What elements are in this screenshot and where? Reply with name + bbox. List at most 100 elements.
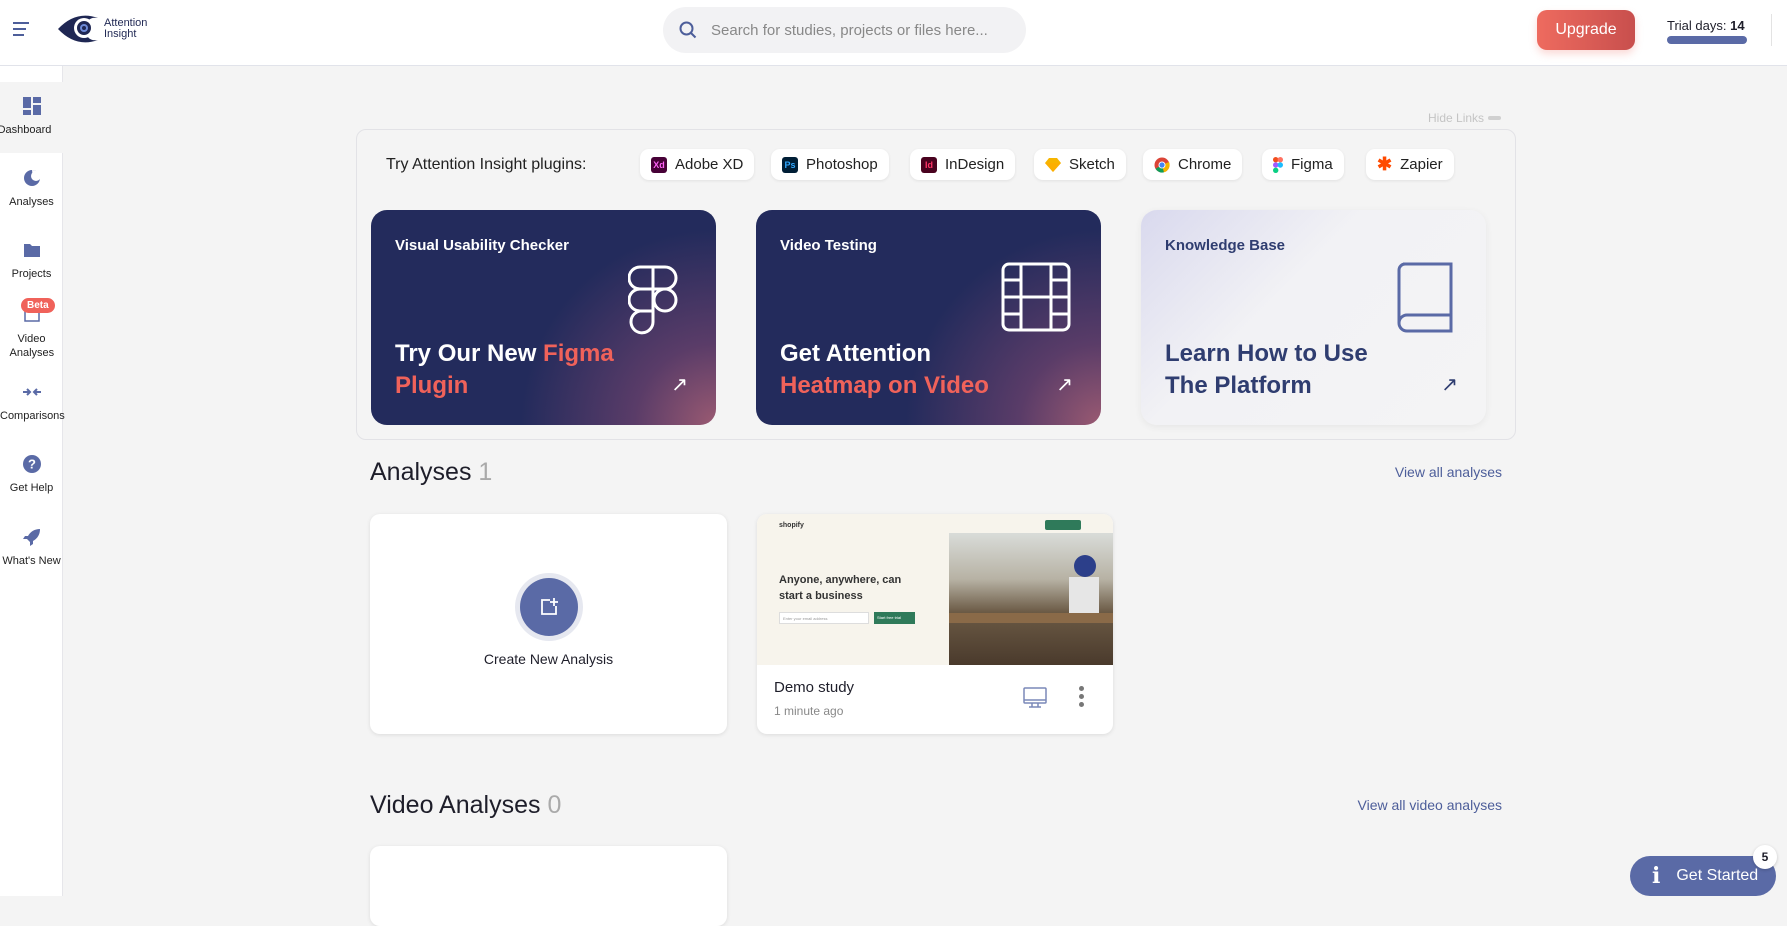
logo-text-2: Insight xyxy=(104,28,137,40)
card-title-text: Get Attention xyxy=(780,340,932,367)
card-subtitle: Video Testing xyxy=(780,237,877,254)
thumb-person xyxy=(1074,555,1096,577)
arrow-up-right-icon: ↗ xyxy=(671,374,688,396)
plugins-label: Try Attention Insight plugins: xyxy=(386,156,587,173)
thumb-nav-button xyxy=(1045,520,1081,530)
trial-days: Trial days: 14 xyxy=(1667,18,1745,33)
get-started-count-badge: 5 xyxy=(1753,845,1777,869)
zapier-icon: ✱ xyxy=(1377,154,1393,174)
card-title-highlight-2: Plugin xyxy=(395,372,469,399)
plugin-label: Sketch xyxy=(1069,156,1115,173)
create-video-analysis-card[interactable] xyxy=(370,846,727,926)
trial-label: Trial days: xyxy=(1667,18,1727,33)
card-title: Get Attention Heatmap on Video xyxy=(780,338,989,402)
plugin-chip-zapier[interactable]: ✱ Zapier xyxy=(1366,149,1454,180)
get-started-label: Get Started xyxy=(1676,867,1759,884)
card-title-text: Try Our New xyxy=(395,340,544,367)
search-input[interactable] xyxy=(711,21,1001,39)
plugin-chip-figma[interactable]: Figma xyxy=(1262,149,1344,180)
card-title: Try Our New Figma Plugin xyxy=(395,338,614,402)
plugin-label: Figma xyxy=(1291,156,1333,173)
thumb-cta: Start free trial xyxy=(874,612,915,624)
sidebar-item-get-help[interactable]: ? Get Help xyxy=(0,454,63,494)
plugin-chip-photoshop[interactable]: Ps Photoshop xyxy=(771,149,889,180)
book-icon xyxy=(1397,262,1453,333)
sidebar: Dashboard Analyses Projects Beta Video A… xyxy=(0,66,65,896)
card-title-highlight: Heatmap on Video xyxy=(780,372,989,399)
header-divider xyxy=(1771,14,1772,46)
sidebar-label: Comparisons xyxy=(0,410,65,422)
card-title: Learn How to Use The Platform xyxy=(1165,338,1368,402)
analysis-card[interactable]: shopify Anyone, anywhere, can start a bus… xyxy=(757,514,1113,734)
svg-text:?: ? xyxy=(28,457,36,472)
sidebar-item-video-analyses[interactable]: Beta Video Analyses xyxy=(0,298,63,360)
indesign-icon: Id xyxy=(921,156,937,173)
folder-icon xyxy=(23,244,40,257)
film-grid-icon xyxy=(1001,262,1071,332)
thumb-table xyxy=(949,613,1113,623)
trial-progress-bar xyxy=(1667,36,1747,44)
search-icon xyxy=(679,21,697,39)
promo-card-video-testing[interactable]: Video Testing Get Attention Heatmap on Vi… xyxy=(756,210,1101,425)
add-file-icon xyxy=(541,598,558,615)
upgrade-button[interactable]: Upgrade xyxy=(1537,10,1635,50)
card-subtitle: Knowledge Base xyxy=(1165,237,1286,254)
sidebar-item-projects[interactable]: Projects xyxy=(0,240,63,280)
create-new-analysis-card[interactable]: Create New Analysis xyxy=(370,514,727,734)
top-header: Attention Insight Upgrade Trial days: 14 xyxy=(0,0,1787,66)
info-icon: i xyxy=(1652,863,1661,889)
thumb-brand: shopify xyxy=(779,522,804,529)
view-all-analyses-link[interactable]: View all analyses xyxy=(1395,464,1502,480)
thumb-email: Enter your email address xyxy=(779,612,869,624)
hide-links-toggle[interactable]: Hide Links xyxy=(1428,111,1502,125)
sidebar-item-dashboard[interactable]: Dashboard xyxy=(0,82,63,153)
plugin-label: Zapier xyxy=(1400,156,1443,173)
analysis-time: 1 minute ago xyxy=(774,704,844,718)
eye-logo-icon xyxy=(58,15,98,43)
plugin-chip-adobe-xd[interactable]: Xd Adobe XD xyxy=(640,149,755,180)
sidebar-label: Video Analyses xyxy=(9,333,55,359)
plugin-chip-chrome[interactable]: Chrome xyxy=(1143,149,1243,180)
chrome-icon xyxy=(1154,157,1170,173)
thumb-apron xyxy=(1069,577,1099,613)
sidebar-item-whats-new[interactable]: What's New xyxy=(0,527,63,567)
view-all-video-analyses-link[interactable]: View all video analyses xyxy=(1358,797,1503,813)
promo-card-knowledge-base[interactable]: Knowledge Base Learn How to Use The Platf… xyxy=(1141,210,1486,425)
create-analysis-label: Create New Analysis xyxy=(483,651,614,667)
plugin-label: Photoshop xyxy=(806,156,878,173)
more-options-icon[interactable] xyxy=(1079,686,1085,707)
analysis-name: Demo study xyxy=(774,679,855,696)
search-bar[interactable] xyxy=(663,7,1026,53)
logo[interactable]: Attention Insight xyxy=(56,12,147,46)
adobe-xd-icon: Xd xyxy=(651,156,667,173)
create-analysis-button[interactable] xyxy=(520,578,578,636)
thumb-headline-1: Anyone, anywhere, can xyxy=(779,574,902,586)
analyses-title: Analyses xyxy=(370,458,472,486)
sidebar-label: Analyses xyxy=(9,196,54,208)
rocket-icon xyxy=(22,529,40,546)
dashboard-icon xyxy=(22,97,41,115)
thumb-headline: Anyone, anywhere, can start a business xyxy=(779,572,901,604)
trial-days-count: 14 xyxy=(1730,18,1745,33)
video-analyses-title: Video Analyses xyxy=(370,791,541,819)
plugin-label: Chrome xyxy=(1178,156,1232,173)
figma-icon xyxy=(1273,156,1283,173)
sidebar-item-analyses[interactable]: Analyses xyxy=(0,168,63,208)
thumb-photo xyxy=(949,533,1113,665)
plugin-chip-sketch[interactable]: Sketch xyxy=(1034,149,1126,180)
card-title-highlight: Figma xyxy=(543,340,614,367)
arrow-up-right-icon: ↗ xyxy=(1056,374,1073,396)
analyses-heading: Analyses 1 xyxy=(370,458,492,487)
minus-icon xyxy=(1488,116,1502,120)
video-analyses-heading: Video Analyses 0 xyxy=(370,791,561,820)
promo-card-figma-plugin[interactable]: Visual Usability Checker Try Our New Fig… xyxy=(371,210,716,425)
card-title-text: Learn How to Use xyxy=(1165,340,1368,367)
hamburger-menu-icon[interactable] xyxy=(13,22,29,36)
sidebar-label: Dashboard xyxy=(0,124,52,136)
sidebar-item-comparisons[interactable]: Comparisons xyxy=(0,382,65,422)
help-icon: ? xyxy=(22,455,41,473)
video-analyses-count: 0 xyxy=(547,791,562,819)
figma-outline-icon xyxy=(628,265,678,335)
plugin-chip-indesign[interactable]: Id InDesign xyxy=(910,149,1016,180)
plugin-label: Adobe XD xyxy=(675,156,744,173)
